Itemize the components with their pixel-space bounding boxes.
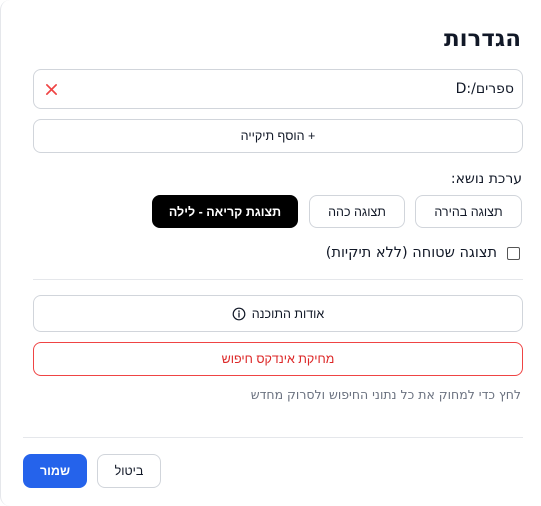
save-button[interactable]: שמור [23, 454, 87, 488]
theme-night-reading-button[interactable]: תצוגת קריאה - לילה [152, 195, 298, 228]
folder-path: D:/ספרים [455, 81, 514, 97]
flat-view-label[interactable]: תצוגה שטוחה (ללא תיקיות) [326, 245, 497, 261]
about-label: אודות התוכנה [251, 306, 325, 321]
folder-list-item: D:/ספרים [33, 69, 523, 109]
dialog-title: הגדרות [443, 26, 521, 52]
cancel-button[interactable]: ביטול [97, 454, 161, 488]
theme-dark-button[interactable]: תצוגה כהה [309, 195, 405, 228]
add-folder-button[interactable]: + הוסף תיקייה [33, 119, 523, 153]
about-button[interactable]: אודות התוכנה [33, 295, 523, 332]
flat-view-checkbox[interactable] [507, 246, 520, 260]
info-icon [232, 307, 246, 321]
theme-light-button[interactable]: תצוגה בהירה [415, 195, 522, 228]
divider [33, 279, 523, 280]
footer-divider [23, 437, 523, 438]
settings-dialog: הגדרות D:/ספרים + הוסף תיקייה ערכת נושא:… [0, 0, 541, 506]
clear-index-help-text: לחץ כדי למחוק את כל נתוני החיפוש ולסרוק … [250, 387, 521, 402]
flat-view-option: תצוגה שטוחה (ללא תיקיות) [326, 245, 520, 261]
clear-search-index-button[interactable]: מחיקת אינדקס חיפוש [33, 342, 523, 376]
close-icon[interactable] [43, 81, 59, 97]
theme-label: ערכת נושא: [450, 171, 522, 187]
